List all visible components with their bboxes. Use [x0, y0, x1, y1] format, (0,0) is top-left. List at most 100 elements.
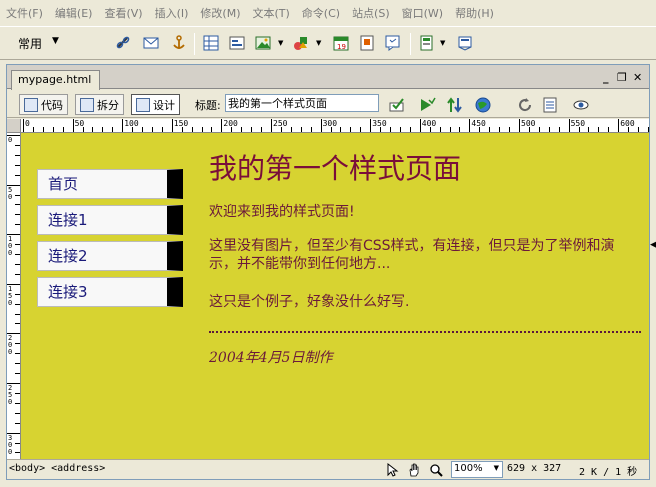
template-icon[interactable]: [416, 32, 438, 54]
split-view-button[interactable]: 拆分: [75, 94, 124, 115]
ruler-minor-tick: [15, 273, 20, 275]
document-tab[interactable]: mypage.html: [11, 70, 101, 90]
ruler-minor-tick: [102, 127, 104, 132]
visual-aids-icon[interactable]: [571, 95, 591, 115]
ruler-minor-tick: [132, 127, 134, 132]
ruler-major-tick: [519, 119, 520, 132]
chevron-down-icon[interactable]: ▼: [316, 39, 321, 47]
ruler-corner[interactable]: [7, 119, 21, 133]
zoom-select[interactable]: 100% ▼: [451, 461, 503, 478]
chevron-down-icon[interactable]: ▼: [52, 36, 59, 46]
menu-view[interactable]: 查看(V): [104, 5, 142, 21]
ruler-minor-tick: [52, 127, 54, 132]
image-icon[interactable]: [252, 32, 274, 54]
file-management-icon[interactable]: [445, 95, 465, 115]
ruler-minor-tick: [459, 127, 461, 132]
svg-text:19: 19: [337, 43, 346, 51]
ruler-minor-tick: [390, 127, 392, 132]
menu-commands[interactable]: 命令(C): [302, 5, 340, 21]
tag-chooser-icon[interactable]: [382, 32, 404, 54]
nav-link-3[interactable]: 连接3: [37, 277, 183, 307]
description-paragraph: 这里没有图片，但至少有CSS样式，有连接，但只是为了举例和演示，并不能带你到任何…: [209, 238, 615, 272]
menu-text[interactable]: 文本(T): [252, 5, 289, 21]
close-icon[interactable]: ✕: [633, 71, 642, 84]
design-view-button[interactable]: 设计: [131, 94, 180, 115]
ruler-minor-tick: [15, 442, 20, 444]
zoom-tool-icon[interactable]: [427, 461, 445, 478]
ruler-minor-tick: [380, 127, 382, 132]
title-input[interactable]: [225, 94, 379, 112]
comment-icon[interactable]: [356, 32, 378, 54]
ruler-minor-tick: [608, 127, 610, 132]
document-window: mypage.html _ ❐ ✕ 代码 拆分 设计 标题: 我的第一个样式页面…: [6, 64, 650, 480]
ruler-label: 50: [8, 185, 13, 201]
ruler-minor-tick: [15, 204, 20, 206]
pointer-tool-icon[interactable]: [383, 461, 401, 478]
ruler-minor-tick: [15, 363, 20, 365]
menu-site[interactable]: 站点(S): [352, 5, 390, 21]
restore-icon[interactable]: ❐: [617, 71, 627, 84]
ruler-major-tick: [171, 119, 173, 132]
ruler-major-tick: [370, 119, 372, 132]
validate-icon[interactable]: [417, 95, 437, 115]
ruler-label: 300: [8, 433, 13, 456]
hyperlink-icon[interactable]: [112, 32, 134, 54]
menu-help[interactable]: 帮助(H): [455, 5, 494, 21]
ruler-minor-tick: [399, 127, 401, 132]
nav-link-home[interactable]: 首页: [37, 169, 183, 199]
ruler-minor-tick: [538, 127, 540, 132]
panel-collapse-handle[interactable]: ◀: [650, 240, 656, 270]
document-tab-strip: mypage.html _ ❐ ✕: [7, 65, 649, 90]
window-size[interactable]: 629 x 327: [507, 463, 561, 474]
insert-category-select[interactable]: 常用: [18, 35, 42, 52]
email-link-icon[interactable]: [140, 32, 162, 54]
nav-link-2[interactable]: 连接2: [37, 241, 183, 271]
status-bar: <body> <address> 100% ▼ 629 x 327 2 K / …: [7, 459, 649, 479]
ruler-minor-tick: [181, 127, 183, 132]
ruler-minor-tick: [439, 127, 441, 132]
menu-window[interactable]: 窗口(W): [402, 5, 443, 21]
view-options-icon[interactable]: [541, 95, 561, 115]
layer-icon[interactable]: [226, 32, 248, 54]
ruler-minor-tick: [211, 127, 213, 132]
ruler-major-tick: [568, 119, 570, 132]
menu-edit[interactable]: 编辑(E): [55, 5, 93, 21]
dotted-divider: [209, 331, 641, 333]
refresh-icon[interactable]: [515, 95, 535, 115]
design-canvas[interactable]: 首页 连接1 连接2 连接3 我的第一个样式页面 欢迎来到我的样式页面! 这里没…: [21, 133, 649, 459]
ruler-minor-tick: [638, 127, 640, 132]
media-icon[interactable]: [290, 32, 312, 54]
head-content-icon[interactable]: [454, 32, 476, 54]
code-view-button[interactable]: 代码: [19, 94, 68, 115]
browser-check-icon[interactable]: [387, 95, 407, 115]
horizontal-ruler: 0 50 100 150 200 250 300 350 400 450 500 550 600: [21, 119, 649, 133]
minimize-icon[interactable]: _: [603, 71, 609, 84]
hand-tool-icon[interactable]: [405, 461, 423, 478]
preview-browser-icon[interactable]: [473, 95, 493, 115]
ruler-label: 250: [8, 384, 13, 406]
menu-file[interactable]: 文件(F): [6, 5, 43, 21]
ruler-major-tick: [320, 119, 322, 132]
nav-link-1[interactable]: 连接1: [37, 205, 183, 235]
ruler-minor-tick: [32, 127, 34, 132]
menu-insert[interactable]: 插入(I): [155, 5, 189, 21]
menu-modify[interactable]: 修改(M): [200, 5, 240, 21]
ruler-minor-tick: [340, 127, 342, 132]
chevron-down-icon[interactable]: ▼: [278, 39, 283, 47]
named-anchor-icon[interactable]: [168, 32, 190, 54]
example-paragraph: 这只是个例子，好象没什么好写.: [209, 294, 410, 310]
tag-selector[interactable]: <body> <address>: [9, 463, 105, 474]
ruler-minor-tick: [15, 244, 20, 246]
ruler-minor-tick: [15, 392, 20, 394]
ruler-minor-tick: [15, 164, 20, 166]
table-icon[interactable]: [200, 32, 222, 54]
ruler-minor-tick: [578, 127, 580, 132]
date-icon[interactable]: 19: [330, 32, 352, 54]
ruler-minor-tick: [528, 127, 530, 132]
ruler-minor-tick: [449, 127, 451, 132]
ruler-minor-tick: [261, 127, 263, 132]
vertical-ruler: 0 50 100 150 200 250 300: [7, 133, 21, 459]
ruler-minor-tick: [92, 127, 94, 132]
ruler-minor-tick: [15, 343, 20, 345]
chevron-down-icon[interactable]: ▼: [440, 39, 445, 47]
